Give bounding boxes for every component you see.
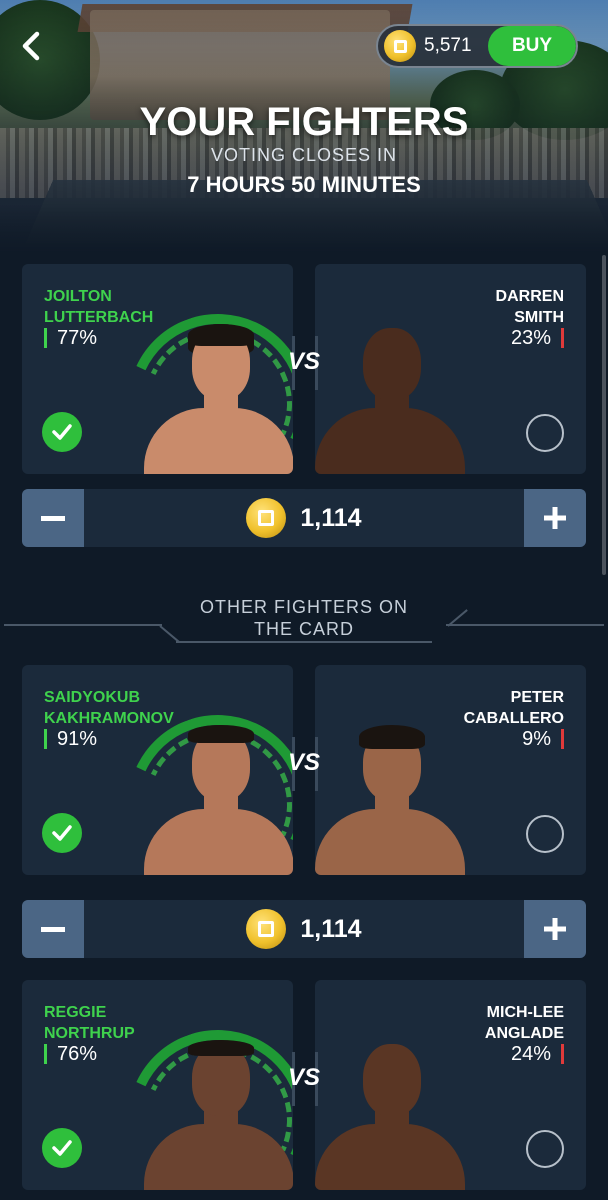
scrollbar[interactable]	[602, 255, 606, 575]
balance-amount: 5,571	[424, 35, 472, 56]
stake-amount: 1,114	[300, 914, 362, 943]
fighter-first-name: REGGIE	[44, 1004, 107, 1021]
fighter-last-name: NORTHRUP	[44, 1025, 135, 1042]
coin-icon	[246, 498, 287, 538]
fighter-photo	[144, 324, 293, 474]
page-title: YOUR FIGHTERS	[139, 100, 469, 144]
selected-check[interactable]	[42, 412, 82, 452]
check-icon	[52, 825, 72, 841]
fight-card: JOILTON LUTTERBACH 77% DARREN SMITH 23% …	[22, 264, 586, 474]
fighter-card-left[interactable]: SAIDYOKUB KAKHRAMONOV 91%	[22, 665, 293, 875]
decrease-stake-button[interactable]	[22, 489, 84, 547]
back-button[interactable]	[14, 28, 48, 64]
increase-stake-button[interactable]	[524, 489, 586, 547]
fighter-photo	[315, 324, 465, 474]
fighter-photo	[315, 725, 465, 875]
fighter-last-name: LUTTERBACH	[44, 309, 154, 326]
fighter-card-right[interactable]: MICH-LEE ANGLADE 24%	[315, 980, 586, 1190]
buy-button[interactable]: BUY	[488, 26, 576, 66]
fighter-card-left[interactable]: REGGIE NORTHRUP 76%	[22, 980, 293, 1190]
select-radio[interactable]	[526, 414, 564, 452]
wallet-balance: 5,571 BUY	[376, 24, 578, 68]
divider-left	[4, 624, 162, 626]
selected-check[interactable]	[42, 813, 82, 853]
vote-percentage: 91%	[44, 729, 97, 749]
increase-stake-button[interactable]	[524, 900, 586, 958]
fighter-last-name: SMITH	[514, 309, 564, 326]
select-radio[interactable]	[526, 815, 564, 853]
decrease-stake-button[interactable]	[22, 900, 84, 958]
fighter-last-name: ANGLADE	[484, 1025, 564, 1042]
select-radio[interactable]	[526, 1130, 564, 1168]
fighter-card-right[interactable]: PETER CABALLERO 9%	[315, 665, 586, 875]
fighter-first-name: PETER	[510, 689, 564, 706]
fighter-photo	[315, 1040, 465, 1190]
vote-percentage: 24%	[511, 1044, 564, 1064]
voting-label: VOTING CLOSES IN	[210, 145, 398, 165]
plus-icon	[544, 918, 566, 940]
plus-icon	[544, 507, 566, 529]
stake-stepper: 1,114	[22, 900, 586, 958]
fighter-photo	[144, 725, 293, 875]
vs-label: VS	[287, 1064, 320, 1091]
coin-icon	[246, 909, 287, 949]
coin-icon	[384, 30, 416, 62]
minus-icon	[41, 515, 65, 521]
minus-icon	[41, 926, 65, 932]
fighter-first-name: SAIDYOKUB	[44, 689, 141, 706]
stake-amount: 1,114	[300, 503, 362, 532]
fighter-first-name: MICH-LEE	[486, 1004, 564, 1021]
vote-percentage: 9%	[522, 729, 564, 749]
fight-card: SAIDYOKUB KAKHRAMONOV 91% PETER CABALLER…	[22, 665, 586, 875]
section-title-line1: OTHER FIGHTERS ON	[199, 597, 408, 617]
check-icon	[52, 1140, 72, 1156]
check-icon	[52, 424, 72, 440]
fighter-last-name: CABALLERO	[463, 710, 564, 727]
vote-percentage: 77%	[44, 328, 97, 348]
fight-card: REGGIE NORTHRUP 76% MICH-LEE ANGLADE 24%…	[22, 980, 586, 1190]
voting-countdown: 7 HOURS 50 MINUTES	[187, 172, 421, 197]
vote-percentage: 23%	[511, 328, 564, 348]
fighter-photo	[144, 1040, 293, 1190]
selected-check[interactable]	[42, 1128, 82, 1168]
fighter-first-name: JOILTON	[44, 288, 112, 305]
fighter-card-left[interactable]: JOILTON LUTTERBACH 77%	[22, 264, 293, 474]
fighter-last-name: KAKHRAMONOV	[44, 710, 174, 727]
vs-label: VS	[287, 348, 320, 375]
divider-right	[446, 624, 604, 626]
fighter-card-right[interactable]: DARREN SMITH 23%	[315, 264, 586, 474]
chevron-left-icon	[22, 31, 40, 61]
vote-percentage: 76%	[44, 1044, 97, 1064]
stake-stepper: 1,114	[22, 489, 586, 547]
vs-label: VS	[287, 749, 320, 776]
fighter-first-name: DARREN	[495, 288, 564, 305]
